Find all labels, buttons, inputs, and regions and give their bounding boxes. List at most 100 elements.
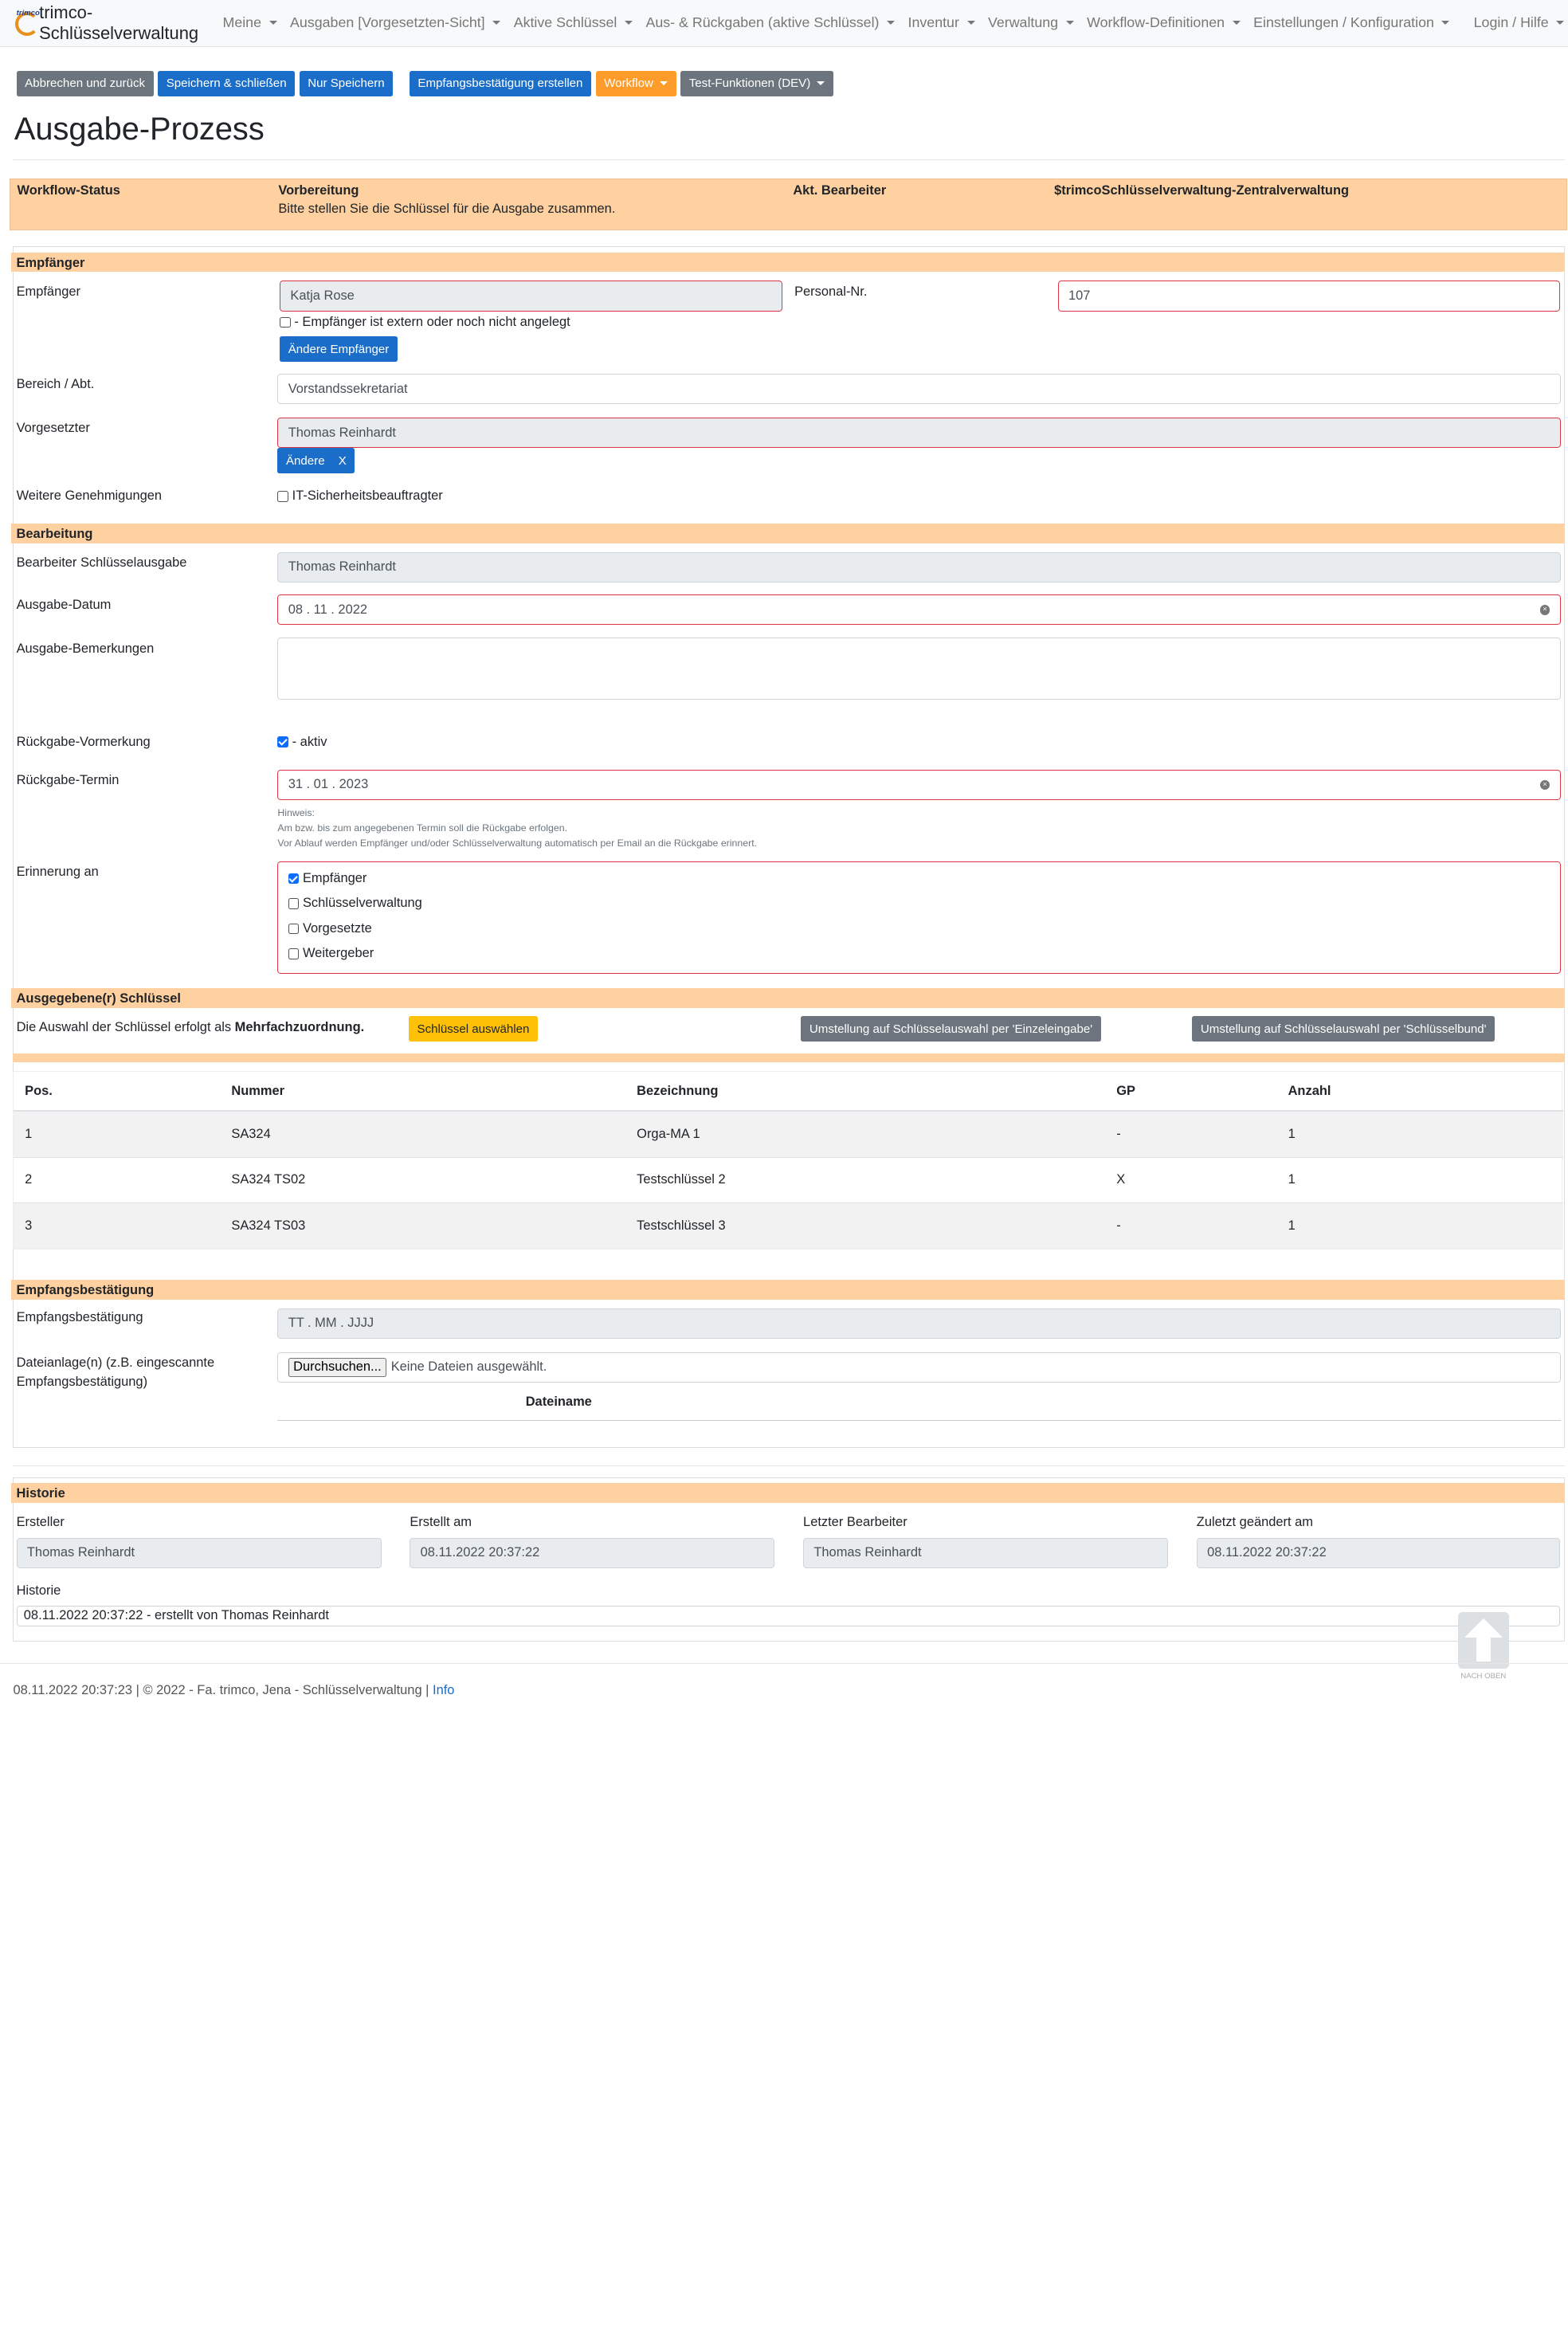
col-anzahl[interactable]: Anzahl — [1276, 1072, 1564, 1112]
change-supervisor-button[interactable]: Ändere — [277, 448, 334, 473]
erinnerung-option-empfaenger[interactable]: Empfänger — [288, 871, 367, 886]
erinnerung-option-schluesselverwaltung[interactable]: Schlüsselverwaltung — [288, 896, 422, 911]
bemerkungen-textarea[interactable] — [277, 637, 1561, 700]
personal-nr-field[interactable]: 107 — [1057, 281, 1561, 312]
workflow-dropdown-button[interactable]: Workflow — [595, 71, 676, 96]
workflow-status-hint: Bitte stellen Sie die Schlüssel für die … — [278, 202, 616, 217]
empfaenger-label: Empfänger — [16, 284, 80, 299]
table-row[interactable]: 1 SA324 Orga-MA 1 - 1 — [14, 1110, 1564, 1158]
ausgabe-datum-field[interactable]: 08 . 11 . 2022 × — [277, 594, 1561, 626]
rueckgabe-termin-field[interactable]: 31 . 01 . 2023 × — [277, 769, 1561, 800]
vorgesetzter-field[interactable]: Thomas Reinhardt — [277, 417, 1561, 449]
caret-down-icon — [1441, 21, 1450, 26]
clear-supervisor-button[interactable]: X — [330, 448, 355, 473]
letzter-bearbeiter-field[interactable]: Thomas Reinhardt — [803, 1537, 1169, 1569]
clear-date-icon[interactable]: × — [1539, 779, 1550, 791]
col-pos[interactable]: Pos. — [14, 1072, 221, 1112]
navbar: trimco trimco-Schlüsselverwaltung Meine … — [0, 0, 1568, 47]
nav-item-login-hilfe[interactable]: Login / Hilfe — [1474, 14, 1565, 31]
brand[interactable]: trimco trimco-Schlüsselverwaltung — [13, 2, 205, 44]
keys-table-header: Pos. Nummer Bezeichnung GP Anzahl — [14, 1072, 1564, 1112]
cell-nummer: SA324 — [220, 1110, 626, 1158]
back-to-top-arrow-icon[interactable] — [1457, 1611, 1510, 1669]
divider — [13, 159, 1565, 160]
caret-down-icon — [1556, 21, 1565, 26]
col-nummer[interactable]: Nummer — [220, 1072, 626, 1112]
browse-button[interactable]: Durchsuchen... — [288, 1357, 387, 1377]
historie-label: Historie — [16, 1583, 61, 1599]
select-keys-button[interactable]: Schlüssel auswählen — [408, 1016, 538, 1042]
file-upload-field[interactable]: Durchsuchen... Keine Dateien ausgewählt. — [277, 1352, 1561, 1383]
erinnerung-checkbox[interactable] — [288, 923, 300, 935]
empfaenger-field[interactable]: Katja Rose — [280, 281, 782, 312]
info-link[interactable]: Info — [433, 1683, 454, 1697]
erstellt-am-field[interactable]: 08.11.2022 20:37:22 — [410, 1537, 775, 1569]
caret-down-icon — [817, 81, 825, 85]
nav-item-ausgaben[interactable]: Ausgaben [Vorgesetzten-Sicht] — [290, 14, 501, 31]
nav-item-meine[interactable]: Meine — [222, 14, 277, 31]
cancel-button[interactable]: Abbrechen und zurück — [16, 71, 154, 96]
cell-anzahl: 1 — [1276, 1156, 1564, 1203]
col-bezeichnung[interactable]: Bezeichnung — [625, 1072, 1106, 1112]
cell-nummer: SA324 TS02 — [220, 1156, 626, 1203]
create-receipt-button[interactable]: Empfangsbestätigung erstellen — [409, 71, 592, 96]
table-row[interactable]: 2 SA324 TS02 Testschlüssel 2 X 1 — [14, 1156, 1564, 1203]
cell-nummer: SA324 TS03 — [220, 1202, 626, 1250]
empfangsbestaetigung-date-field[interactable]: TT . MM . JJJJ — [277, 1308, 1561, 1340]
col-gp[interactable]: GP — [1105, 1072, 1277, 1112]
nav-item-aktive-schluessel[interactable]: Aktive Schlüssel — [514, 14, 633, 31]
personal-nr-label: Personal-Nr. — [794, 284, 868, 299]
extern-checkbox[interactable] — [280, 316, 291, 328]
genehmigungen-label: Weitere Genehmigungen — [16, 488, 163, 504]
erinnerung-option-weitergeber[interactable]: Weitergeber — [288, 946, 374, 961]
clear-date-icon[interactable]: × — [1539, 605, 1550, 615]
ersteller-field[interactable]: Thomas Reinhardt — [16, 1537, 382, 1569]
erinnerung-checkbox[interactable] — [288, 948, 300, 959]
table-row[interactable]: 3 SA324 TS03 Testschlüssel 3 - 1 — [14, 1202, 1564, 1250]
save-close-button[interactable]: Speichern & schließen — [158, 71, 296, 96]
zuletzt-geaendert-label: Zuletzt geändert am — [1196, 1514, 1313, 1529]
bereich-field[interactable]: Vorstandssekretariat — [277, 374, 1561, 405]
historie-log[interactable]: 08.11.2022 20:37:22 - erstellt von Thoma… — [16, 1605, 1561, 1626]
nav-item-einstellungen[interactable]: Einstellungen / Konfiguration — [1253, 14, 1450, 31]
switch-schluesselbund-button[interactable]: Umstellung auf Schlüsselauswahl per 'Sch… — [1192, 1016, 1495, 1042]
extern-checkbox-label: - Empfänger ist extern oder noch nicht a… — [294, 314, 570, 329]
page-title: Ausgabe-Prozess — [14, 111, 265, 147]
extern-checkbox-row[interactable]: - Empfänger ist extern oder noch nicht a… — [280, 315, 570, 330]
dateiname-header: Dateiname — [525, 1395, 592, 1410]
cell-gp: - — [1105, 1110, 1277, 1158]
erinnerung-checkbox[interactable] — [288, 873, 300, 885]
caret-down-icon — [966, 21, 975, 26]
it-security-checkbox[interactable] — [277, 490, 289, 502]
cell-bezeichnung: Testschlüssel 2 — [625, 1156, 1106, 1203]
it-security-checkbox-row[interactable]: IT-Sicherheitsbeauftragter — [277, 488, 443, 504]
empfangsbestaetigung-label: Empfangsbestätigung — [16, 1310, 143, 1325]
nav-item-aus-rueckgaben[interactable]: Aus- & Rückgaben (aktive Schlüssel) — [645, 14, 896, 31]
save-button[interactable]: Nur Speichern — [299, 71, 394, 96]
erinnerung-group: Empfänger Schlüsselverwaltung Vorgesetzt… — [277, 861, 1561, 974]
bereich-label: Bereich / Abt. — [16, 377, 95, 392]
erinnerung-label: Erinnerung an — [16, 864, 99, 879]
back-to-top-label[interactable]: NACH OBEN — [1458, 1672, 1509, 1681]
section-empfaenger: Empfänger — [10, 252, 1564, 273]
cell-pos: 3 — [14, 1202, 221, 1250]
vormerkung-checkbox[interactable] — [277, 736, 289, 748]
file-table-divider — [277, 1419, 1561, 1421]
rueckgabe-hint: Hinweis: Am bzw. bis zum angegebenen Ter… — [277, 806, 758, 849]
change-recipient-button[interactable]: Ändere Empfänger — [280, 336, 398, 362]
cell-gp: - — [1105, 1202, 1277, 1250]
vormerkung-checkbox-row[interactable]: - aktiv — [277, 735, 327, 750]
erinnerung-checkbox[interactable] — [288, 898, 300, 909]
test-functions-dropdown-button[interactable]: Test-Funktionen (DEV) — [680, 71, 834, 96]
nav-item-workflow-definitionen[interactable]: Workflow-Definitionen — [1087, 14, 1241, 31]
nav-item-verwaltung[interactable]: Verwaltung — [988, 14, 1074, 31]
bemerkungen-label: Ausgabe-Bemerkungen — [16, 641, 155, 657]
cell-pos: 2 — [14, 1156, 221, 1203]
ersteller-label: Ersteller — [16, 1514, 65, 1529]
erinnerung-option-vorgesetzte[interactable]: Vorgesetzte — [288, 921, 372, 936]
switch-einzeleingabe-button[interactable]: Umstellung auf Schlüsselauswahl per 'Ein… — [801, 1016, 1101, 1042]
zuletzt-geaendert-field[interactable]: 08.11.2022 20:37:22 — [1196, 1537, 1561, 1569]
footer-divider — [0, 1663, 1568, 1665]
bearbeiter-field[interactable]: Thomas Reinhardt — [277, 551, 1561, 583]
nav-item-inventur[interactable]: Inventur — [908, 14, 975, 31]
